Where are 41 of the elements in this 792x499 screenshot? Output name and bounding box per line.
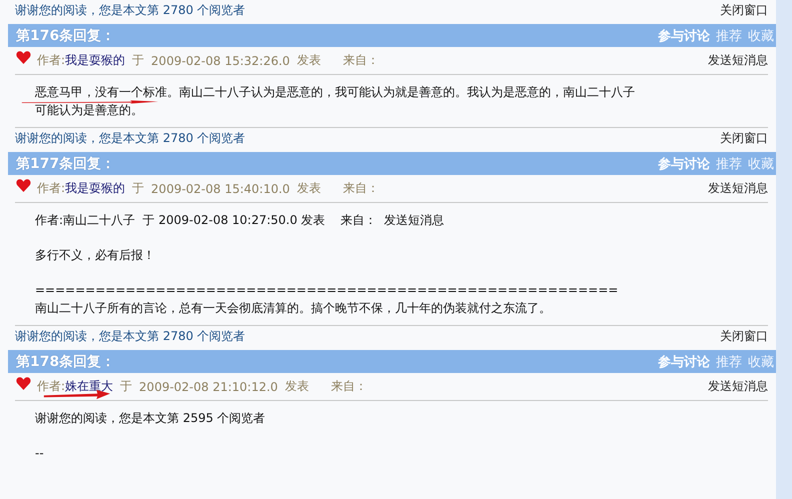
post-text-line: 多行不义，必有后报！	[35, 248, 155, 262]
author-label: 作者:	[37, 52, 66, 69]
reply-number-title: 第177条回复：	[16, 154, 116, 172]
send-message-link[interactable]: 发送短消息	[708, 180, 768, 197]
post-text-line: 恶意马甲，没有一个标准。南山二十八子认为是恶意的，我可能认为就是善意的。我认为是恶意的，南山二十八子	[35, 85, 635, 99]
author-label: 作者:	[37, 378, 66, 395]
reader-count-text: 谢谢您的阅读，您是本文第 2780 个阅览者	[15, 2, 246, 19]
posted-label: 发表	[284, 378, 309, 395]
post-text-line: --	[35, 446, 44, 460]
from-label: 来自：	[330, 378, 367, 395]
close-window-link[interactable]: 关闭窗口	[720, 328, 768, 345]
post-text-line: 可能认为是善意的。	[35, 103, 143, 117]
author-link[interactable]: 我是耍猴的	[65, 180, 126, 197]
post-text-line: ==========================================================	[35, 283, 618, 297]
heart-icon	[16, 179, 31, 192]
heart-icon	[16, 377, 31, 390]
post-text-line: 作者:南山二十八子 于 2009-02-08 10:27:50.0 发表 来自： 发送短消息	[35, 213, 444, 227]
heart-icon	[16, 51, 31, 64]
at-label: 于	[120, 378, 132, 395]
author-link[interactable]: 姝在重大	[65, 378, 114, 395]
send-message-link[interactable]: 发送短消息	[708, 52, 768, 69]
post-text-line: 谢谢您的阅读，您是本文第 2595 个阅览者	[35, 411, 266, 425]
posted-label: 发表	[296, 180, 321, 197]
posted-label: 发表	[296, 52, 321, 69]
reader-count-text: 谢谢您的阅读，您是本文第 2780 个阅览者	[15, 130, 246, 147]
post-time: 2009-02-08 21:10:12.0	[139, 380, 278, 394]
author-link[interactable]: 我是耍猴的	[65, 52, 126, 69]
post-time: 2009-02-08 15:40:10.0	[151, 182, 290, 196]
send-message-link[interactable]: 发送短消息	[708, 378, 768, 395]
post-text-line: 南山二十八子所有的言论，总有一天会彻底清算的。搞个晚节不保，几十年的伪装就付之东流了。	[35, 301, 551, 315]
author-label: 作者:	[37, 180, 66, 197]
close-window-link[interactable]: 关闭窗口	[720, 130, 768, 147]
reader-count-text: 谢谢您的阅读，您是本文第 2780 个阅览者	[15, 328, 246, 345]
from-label: 来自：	[342, 52, 379, 69]
post-time: 2009-02-08 15:32:26.0	[151, 54, 290, 68]
from-label: 来自：	[342, 180, 379, 197]
close-window-link[interactable]: 关闭窗口	[720, 2, 768, 19]
reply-number-title: 第176条回复：	[16, 26, 116, 44]
at-label: 于	[132, 180, 144, 197]
reply-number-title: 第178条回复：	[16, 352, 116, 370]
at-label: 于	[132, 52, 144, 69]
